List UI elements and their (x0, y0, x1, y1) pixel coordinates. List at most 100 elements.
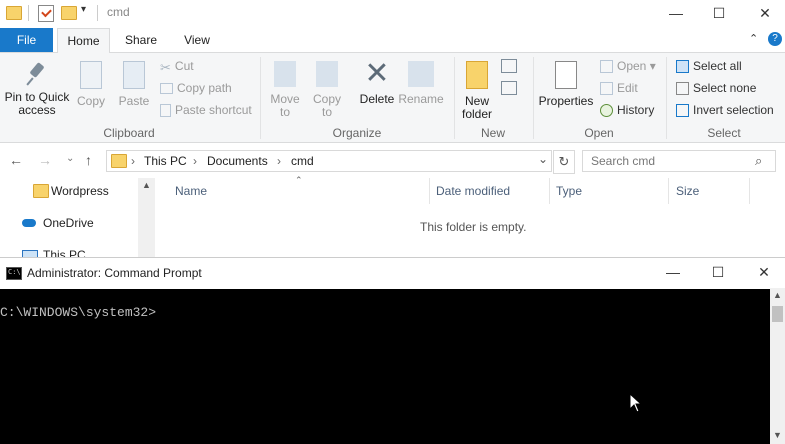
open-group-label: Open (584, 126, 614, 140)
scroll-thumb[interactable] (772, 306, 783, 322)
minimize-button[interactable]: — (653, 0, 699, 26)
address-bar[interactable]: › This PC › Documents › cmd ⌄ (106, 150, 552, 172)
maximize-button[interactable]: ☐ (696, 0, 742, 26)
cmd-minimize-button[interactable]: — (650, 258, 696, 287)
move-to-button[interactable]: Move to (266, 61, 304, 119)
breadcrumb-this-pc[interactable]: This PC (144, 154, 187, 168)
collapse-ribbon-icon[interactable]: ⌃ (749, 32, 758, 45)
column-type[interactable]: Type (556, 184, 582, 198)
open-label: Open (617, 59, 647, 73)
address-dropdown-icon[interactable]: ⌄ (538, 152, 548, 166)
copy-label: Copy (76, 94, 105, 108)
column-size[interactable]: Size (676, 184, 699, 198)
select-group-label: Select (707, 126, 741, 140)
scroll-up-icon[interactable]: ▲ (138, 180, 155, 190)
tab-file[interactable]: File (0, 28, 53, 52)
search-input[interactable]: Search cmd (591, 154, 655, 168)
cmd-close-button[interactable]: ✕ (741, 258, 785, 287)
refresh-icon[interactable]: ↻ (553, 150, 575, 174)
tab-home[interactable]: Home (57, 28, 110, 53)
select-all-icon (676, 60, 689, 74)
up-arrow-icon[interactable]: ↑ (85, 152, 92, 168)
invert-selection-label: Invert selection (693, 103, 774, 117)
scroll-down-icon[interactable]: ▼ (770, 430, 785, 440)
divider (97, 5, 98, 21)
scroll-up-icon[interactable]: ▲ (770, 290, 785, 300)
edit-button[interactable]: Edit (600, 81, 638, 96)
properties-button[interactable]: Properties (538, 61, 594, 108)
select-none-button[interactable]: Select none (676, 81, 756, 96)
invert-selection-button[interactable]: Invert selection (676, 103, 774, 118)
easy-access-icon[interactable] (501, 81, 517, 95)
delete-label: Delete (359, 92, 395, 106)
qa-customize-icon[interactable]: ▾ (81, 4, 86, 15)
nav-item-wordpress[interactable]: Wordpress (51, 184, 109, 198)
breadcrumb-cmd[interactable]: cmd (291, 154, 314, 168)
pin-to-quick-access-button[interactable]: Pin to Quick access (2, 62, 72, 117)
new-folder-button[interactable]: New folder (458, 61, 496, 121)
pin-label: Pin to Quick access (4, 90, 70, 117)
new-folder-label: New folder (461, 94, 493, 121)
properties-qa-icon[interactable] (38, 5, 54, 22)
new-group-label: New (480, 126, 505, 140)
column-divider[interactable] (749, 178, 750, 204)
column-date-modified[interactable]: Date modified (436, 184, 510, 198)
new-folder-qa-icon[interactable] (61, 6, 77, 20)
address-folder-icon (111, 154, 127, 168)
tab-view[interactable]: View (174, 28, 220, 52)
breadcrumb-documents[interactable]: Documents (207, 154, 268, 168)
select-all-label: Select all (693, 59, 742, 73)
group-divider (454, 57, 455, 139)
nav-item-onedrive[interactable]: OneDrive (43, 216, 94, 230)
sort-ascending-icon: ⌃ (295, 175, 303, 185)
back-arrow-icon[interactable]: ← (9, 152, 23, 168)
search-icon[interactable]: ⌕ (755, 153, 762, 169)
move-to-icon (274, 61, 296, 87)
paste-label: Paste (118, 94, 150, 108)
cut-button[interactable]: ✂ Cut (160, 59, 194, 75)
new-folder-icon (466, 61, 488, 89)
history-label: History (617, 103, 655, 117)
paste-button[interactable]: Paste (114, 61, 154, 108)
history-icon (600, 104, 613, 118)
wordpress-folder-icon (33, 184, 49, 198)
properties-icon (555, 61, 577, 89)
onedrive-cloud-icon (22, 219, 36, 227)
delete-button[interactable]: ✕ Delete (356, 59, 398, 106)
group-divider (260, 57, 261, 139)
group-divider (666, 57, 667, 139)
search-box[interactable]: Search cmd ⌕ (582, 150, 776, 172)
close-button[interactable]: ✕ (742, 0, 785, 26)
rename-label: Rename (398, 92, 444, 106)
paste-shortcut-button[interactable]: Paste shortcut (160, 103, 252, 118)
history-button[interactable]: History (600, 103, 655, 118)
nav-scrollbar[interactable]: ▲ (138, 178, 155, 258)
cmd-title-bar[interactable]: C:\ Administrator: Command Prompt — ☐ ✕ (0, 257, 785, 289)
copy-path-button[interactable]: Copy path (160, 81, 232, 95)
column-name[interactable]: Name (175, 184, 207, 198)
organize-group-label: Organize (332, 126, 382, 140)
select-all-button[interactable]: Select all (676, 59, 742, 74)
cmd-maximize-button[interactable]: ☐ (695, 258, 741, 287)
column-divider[interactable] (549, 178, 550, 204)
tab-share[interactable]: Share (118, 28, 164, 52)
column-divider[interactable] (429, 178, 430, 204)
open-button[interactable]: Open ▾ (600, 59, 656, 74)
pin-icon (26, 62, 47, 87)
invert-selection-icon (676, 104, 689, 118)
recent-locations-icon[interactable]: ⌄ (66, 153, 74, 164)
copy-to-icon (316, 61, 338, 87)
new-item-icon[interactable] (501, 59, 517, 73)
cmd-scrollbar[interactable]: ▲ ▼ (770, 288, 785, 444)
copy-path-icon (160, 83, 173, 95)
properties-label: Properties (538, 94, 594, 108)
copy-to-button[interactable]: Copy to (308, 61, 346, 119)
column-divider[interactable] (668, 178, 669, 204)
forward-arrow-icon[interactable]: → (38, 152, 52, 168)
rename-button[interactable]: Rename (398, 61, 444, 106)
copy-icon (80, 61, 102, 89)
copy-button[interactable]: Copy (74, 61, 108, 108)
open-icon (600, 60, 613, 74)
cmd-prompt[interactable]: C:\WINDOWS\system32> (0, 305, 156, 320)
help-icon[interactable]: ? (768, 32, 782, 46)
